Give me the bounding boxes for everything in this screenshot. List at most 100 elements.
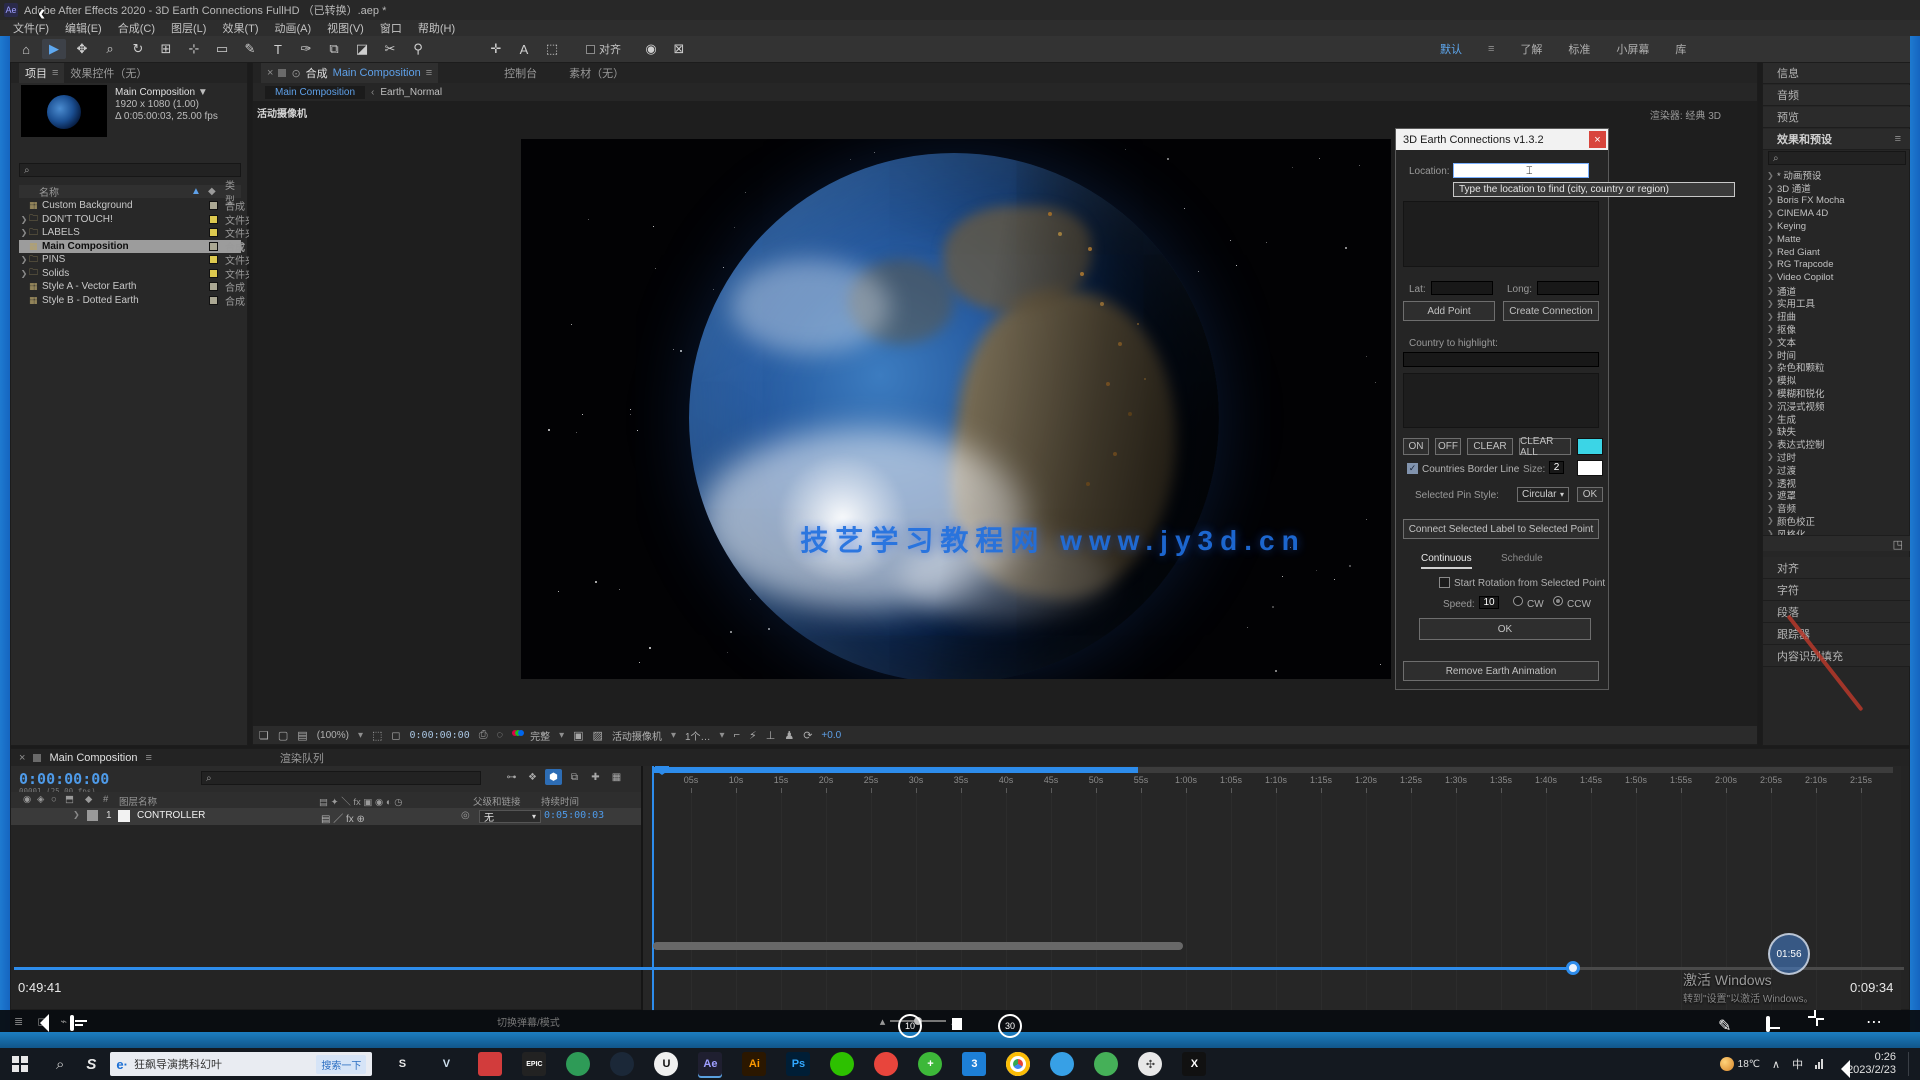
project-search-input[interactable]: ⌕ <box>19 163 241 177</box>
expander-icon[interactable]: ❯ <box>1765 350 1773 359</box>
expander-icon[interactable]: ❯ <box>1765 273 1773 282</box>
expander-icon[interactable]: ❯ <box>1765 235 1773 244</box>
ruler-label[interactable]: 1:00s <box>1175 775 1197 785</box>
tab-effect-controls[interactable]: 效果控件（无） <box>70 65 147 81</box>
pan-behind-tool[interactable]: ⊹ <box>182 39 206 59</box>
timeline-scrollbar[interactable] <box>653 942 1183 950</box>
effects-category-name[interactable]: RG Trapcode <box>1777 259 1834 270</box>
effects-category[interactable]: ❯过渡 <box>1765 463 1909 476</box>
taskbar-app-epic[interactable]: EPIC <box>522 1052 546 1076</box>
clear-all-button[interactable]: CLEAR ALL <box>1519 438 1571 455</box>
playhead-line[interactable] <box>652 766 654 1011</box>
player-pause-button[interactable] <box>952 1018 962 1030</box>
dialog-close-button[interactable]: × <box>1589 131 1606 148</box>
expander-icon[interactable]: ❯ <box>1765 478 1773 487</box>
graph-editor-icon[interactable]: ✚ <box>587 769 604 785</box>
lat-input[interactable] <box>1431 281 1493 295</box>
pixel-aspect-icon[interactable]: ⌐ <box>734 729 740 741</box>
off-button[interactable]: OFF <box>1435 438 1461 455</box>
label-swatch[interactable] <box>209 228 218 237</box>
project-item[interactable]: ❯🗀PINS文件夹 <box>19 253 241 267</box>
effects-category[interactable]: ❯RG Trapcode <box>1765 259 1909 272</box>
layer-label-chip[interactable] <box>87 810 98 821</box>
parent-select[interactable]: 无▾ <box>479 810 541 823</box>
effects-category[interactable]: ❯生成 <box>1765 412 1909 425</box>
close-icon[interactable]: × <box>267 67 273 79</box>
border-color-swatch[interactable] <box>1577 460 1603 476</box>
roi-icon[interactable]: ⬚ <box>372 729 382 742</box>
expander-icon[interactable]: ❯ <box>1765 363 1773 372</box>
composition-viewport[interactable] <box>521 139 1391 679</box>
selection-tool[interactable]: ▶ <box>42 39 66 59</box>
resolution-select[interactable]: 完整 <box>530 728 550 743</box>
location-input[interactable]: ⌶ <box>1453 163 1589 178</box>
effects-category[interactable]: ❯3D 通道 <box>1765 182 1909 195</box>
expander-icon[interactable]: ❯ <box>1765 286 1773 295</box>
menu-item-6[interactable]: 视图(V) <box>320 20 371 36</box>
layer-name[interactable]: CONTROLLER <box>137 810 205 821</box>
camera-tool[interactable]: ⊞ <box>154 39 178 59</box>
expander-icon[interactable]: ❯ <box>1765 312 1773 321</box>
expander-icon[interactable]: ❯ <box>19 255 29 264</box>
ruler-label[interactable]: 1:05s <box>1220 775 1242 785</box>
effects-category-name[interactable]: Keying <box>1777 221 1806 232</box>
label-swatch[interactable] <box>209 242 218 251</box>
snapshot-icon[interactable]: ⎙ <box>479 729 488 742</box>
layer-switches[interactable]: ▤ ／ fx ⊕ <box>321 810 365 825</box>
effects-category[interactable]: ❯Keying <box>1765 220 1909 233</box>
timeline-search-input[interactable]: ⌕ <box>201 771 481 785</box>
draft-3d-icon[interactable]: ❖ <box>524 769 541 785</box>
project-item-name[interactable]: Style A - Vector Earth <box>42 281 137 292</box>
panel-menu-icon[interactable]: ≡ <box>1895 133 1901 145</box>
taskbar-app-stylus[interactable]: V <box>434 1052 458 1076</box>
ruler-label[interactable]: 1:25s <box>1400 775 1422 785</box>
ruler-label[interactable]: 05s <box>684 775 699 785</box>
taskbar-search-box[interactable]: e· 狂飙导演携科幻叶 搜索一下 <box>110 1052 372 1076</box>
effects-category[interactable]: ❯模拟 <box>1765 374 1909 387</box>
menu-item-8[interactable]: 帮助(H) <box>411 20 462 36</box>
switches-columns[interactable]: ▤ ✦ ＼ fx ▣ ◉ ◐ ◷ <box>319 794 403 808</box>
grid-icon[interactable]: ⊠ <box>667 39 691 59</box>
ruler-label[interactable]: 1:15s <box>1310 775 1332 785</box>
fast-preview-icon[interactable]: ⚡ <box>749 729 757 742</box>
ruler-label[interactable]: 1:45s <box>1580 775 1602 785</box>
sidebar-tab-字符[interactable]: 字符 <box>1763 579 1911 601</box>
effects-category[interactable]: ❯实用工具 <box>1765 297 1909 310</box>
expander-icon[interactable]: ❯ <box>1765 376 1773 385</box>
project-item-name[interactable]: DON'T TOUCH! <box>42 214 113 225</box>
tab-schedule[interactable]: Schedule <box>1501 553 1543 564</box>
player-rewind10-button[interactable]: 10 <box>898 1014 922 1038</box>
expander-icon[interactable]: ❯ <box>1765 196 1773 205</box>
expander-icon[interactable]: ❯ <box>1765 209 1773 218</box>
project-item[interactable]: ▦Custom Background合成 <box>19 199 241 213</box>
project-item-name[interactable]: Style B - Dotted Earth <box>42 295 139 306</box>
expander-icon[interactable]: ❯ <box>1765 184 1773 193</box>
type-tool[interactable]: T <box>266 39 290 59</box>
eraser-tool[interactable]: ◪ <box>350 39 374 59</box>
taskbar-app-flower[interactable]: ✣ <box>1138 1052 1162 1076</box>
effects-category[interactable]: ❯杂色和颗粒 <box>1765 361 1909 374</box>
effects-category[interactable]: ❯Matte <box>1765 233 1909 246</box>
effects-category[interactable]: ❯通道 <box>1765 284 1909 297</box>
effects-category[interactable]: ❯遮罩 <box>1765 489 1909 502</box>
expander-icon[interactable]: ❯ <box>1765 491 1773 500</box>
flyout-arrow-icon[interactable]: ▼ <box>198 87 208 98</box>
comp-flowchart-icon[interactable]: ⊶ <box>503 769 520 785</box>
project-item[interactable]: ▦Style B - Dotted Earth合成 <box>19 294 241 308</box>
highlight-color-swatch[interactable] <box>1577 438 1603 455</box>
ruler-label[interactable]: 1:30s <box>1445 775 1467 785</box>
shape-tool[interactable]: ▭ <box>210 39 234 59</box>
label-swatch[interactable] <box>209 282 218 291</box>
snapping-toggle[interactable]: 对齐 <box>586 41 621 57</box>
dialog-titlebar[interactable]: 3D Earth Connections v1.3.2 <box>1396 129 1608 150</box>
panel-menu-icon[interactable]: ≡ <box>52 67 58 79</box>
notification-center-edge[interactable] <box>1908 1052 1912 1076</box>
expander-icon[interactable]: ❯ <box>1765 299 1773 308</box>
effects-category[interactable]: ❯文本 <box>1765 335 1909 348</box>
expander-icon[interactable]: ❯ <box>73 810 80 819</box>
tab-project[interactable]: 项目 ≡ <box>19 63 64 83</box>
expander-icon[interactable]: ❯ <box>1765 414 1773 423</box>
taskbar-app-capcut[interactable]: X <box>1182 1052 1206 1076</box>
expander-icon[interactable]: ❯ <box>1765 516 1773 525</box>
effects-category[interactable]: ❯Boris FX Mocha <box>1765 195 1909 208</box>
